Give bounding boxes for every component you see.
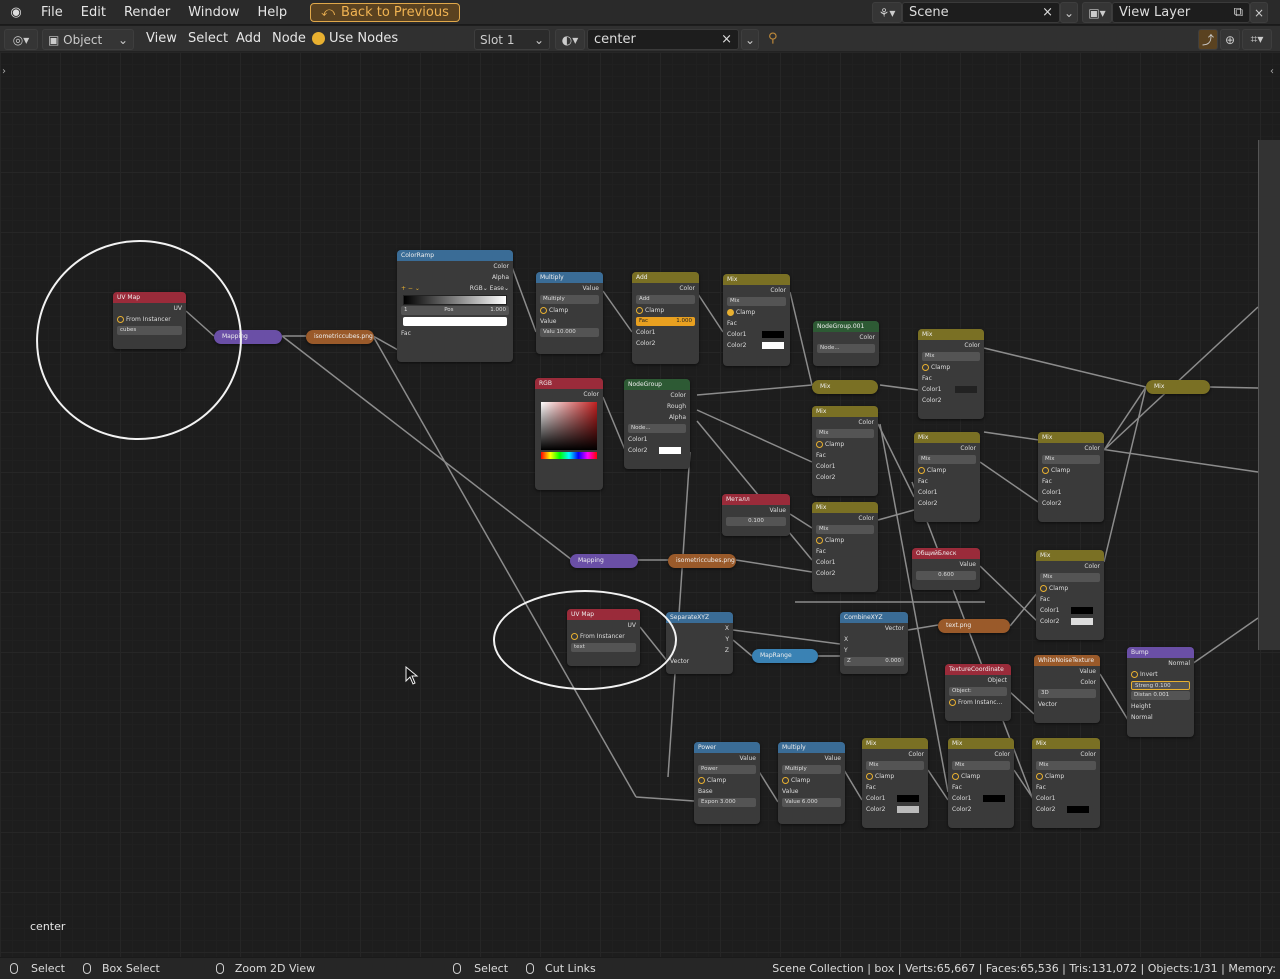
menu-edit[interactable]: Edit: [72, 5, 115, 20]
slot-dropdown[interactable]: Slot 1 ⌄: [474, 29, 550, 50]
mix-node[interactable]: Mix Color Mix Clamp Fac Color1 Color2: [1032, 738, 1100, 828]
mix-node[interactable]: Mix Color Mix Clamp Fac Color1 Color2: [948, 738, 1014, 828]
hue-slider[interactable]: [541, 452, 597, 459]
mix-collapsed-node[interactable]: Mix: [812, 380, 878, 394]
scene-icon[interactable]: ⚘▾: [872, 2, 902, 23]
mix-collapsed-node[interactable]: Mix: [1146, 380, 1210, 394]
node-canvas[interactable]: UV Map UV From Instancer cubes Mapping i…: [0, 52, 1280, 957]
view-layer-icon[interactable]: ▣▾: [1082, 2, 1112, 23]
top-menu-bar: ◉ File Edit Render Window Help ⤺ Back to…: [0, 0, 1280, 25]
mix-add-node[interactable]: Add Color Add Clamp Fac 1.000 Color1 Colo…: [632, 272, 699, 364]
editor-type-icon[interactable]: ◎▾: [4, 29, 38, 50]
view-layer-field[interactable]: View Layer ⧉: [1112, 2, 1250, 23]
scene-statistics: Scene Collection | box | Verts:65,667 | …: [772, 962, 1276, 975]
sidebar-toggle-icon[interactable]: ›: [2, 66, 6, 77]
copy-icon[interactable]: ⧉: [1234, 5, 1243, 20]
pin-icon[interactable]: ⚲: [768, 31, 778, 46]
rgb-node[interactable]: RGB Color: [535, 378, 603, 490]
nodegroup-node[interactable]: NodeGroup Color Rough Alpha Node... Colo…: [624, 379, 690, 469]
principled-bsdf-node-partial[interactable]: [1258, 140, 1280, 650]
checkbox-icon: [312, 32, 325, 45]
material-name-label: center: [30, 920, 66, 933]
mix-node[interactable]: Mix Color Mix Clamp Fac Color1 Color2: [862, 738, 928, 828]
nodegroup-001-node[interactable]: NodeGroup.001 Color Node...: [813, 321, 879, 366]
white-noise-texture-node[interactable]: WhiteNoiseTexture Value Color 3D Vector: [1034, 655, 1100, 723]
combine-xyz-node[interactable]: CombineXYZ Vector X Y Z 0.000: [840, 612, 908, 674]
snap-icon[interactable]: ⊕: [1220, 29, 1240, 50]
math-multiply-node[interactable]: Multiply Value Multiply Clamp Value Valu…: [778, 742, 845, 824]
scene-field[interactable]: Scene ×: [902, 2, 1060, 23]
material-browse-icon[interactable]: ◐▾: [555, 29, 585, 50]
ramp-color-swatch[interactable]: [403, 317, 507, 326]
scene-selector: ⚘▾ Scene × ⌄ ▣▾ View Layer ⧉ ×: [872, 2, 1268, 23]
mouse-right-icon: [453, 963, 462, 974]
material-name-field[interactable]: center ×: [587, 29, 739, 50]
value-node-shine[interactable]: ОбщийБлеск Value 0.600: [912, 548, 980, 590]
close-icon[interactable]: ×: [1250, 2, 1268, 23]
menu-select[interactable]: Select: [188, 31, 228, 46]
back-to-previous-button[interactable]: ⤺ Back to Previous: [310, 2, 460, 22]
close-icon[interactable]: ×: [1042, 5, 1053, 20]
image-texture-node[interactable]: isometriccubes.png: [668, 554, 736, 568]
colorramp-node[interactable]: ColorRamp Color Alpha + − ⌄ RGB⌄ Ease⌄ 1P…: [397, 250, 513, 362]
annotation-circle: [493, 590, 677, 690]
back-icon: ⤺: [321, 4, 336, 20]
value-node-metal[interactable]: Металл Value 0.100: [722, 494, 790, 536]
menu-view[interactable]: View: [146, 31, 177, 46]
grid-snap-icon[interactable]: ⌗▾: [1242, 29, 1272, 50]
color-ramp-gradient[interactable]: [403, 295, 507, 305]
blender-logo-icon[interactable]: ◉: [0, 5, 32, 20]
mouse-cursor-icon: [405, 666, 419, 685]
menu-add[interactable]: Add: [236, 31, 261, 46]
chevron-down-icon[interactable]: ⌄: [1060, 2, 1078, 23]
image-texture-node[interactable]: text.png: [938, 619, 1010, 633]
status-bar: Select Box Select Zoom 2D View Select Cu…: [0, 957, 1280, 979]
mouse-right-drag-icon: [526, 963, 535, 974]
math-multiply-node[interactable]: Multiply Value Multiply Clamp Value Valu…: [536, 272, 603, 354]
mapping-node[interactable]: Mapping: [570, 554, 638, 568]
mix-node[interactable]: Mix Color Mix Clamp Fac Color1 Color2: [1036, 550, 1104, 640]
mouse-middle-icon: [215, 963, 224, 974]
mouse-left-icon: [10, 963, 18, 974]
mix-node[interactable]: Mix Color Mix Clamp Fac Color1 Color2: [914, 432, 980, 522]
close-icon[interactable]: ×: [721, 32, 732, 47]
mouse-left-drag-icon: [82, 963, 91, 974]
image-texture-node[interactable]: isometriccubes.png: [306, 330, 374, 344]
chevron-down-icon[interactable]: ⌄: [741, 29, 759, 50]
mix-node[interactable]: Mix Color Mix Clamp Fac Color1 Color2: [723, 274, 790, 366]
map-range-node[interactable]: MapRange: [752, 649, 818, 663]
sidebar-toggle-icon[interactable]: ‹: [1270, 66, 1274, 77]
node-editor-header: ◎▾ ▣ Object ⌄ View Select Add Node Use No…: [0, 26, 1280, 52]
menu-file[interactable]: File: [32, 5, 72, 20]
bump-node[interactable]: Bump Normal Invert Streng 0.100 Distan 0…: [1127, 647, 1194, 737]
parent-node-icon[interactable]: ⤴: [1198, 29, 1218, 50]
menu-node[interactable]: Node: [272, 31, 306, 46]
object-mode-dropdown[interactable]: ▣ Object ⌄: [42, 29, 134, 50]
color-picker[interactable]: [541, 402, 597, 450]
mix-node[interactable]: Mix Color Mix Clamp Fac Color1 Color2: [812, 406, 878, 496]
menu-window[interactable]: Window: [179, 5, 248, 20]
menu-help[interactable]: Help: [249, 5, 297, 20]
mix-node[interactable]: Mix Color Mix Clamp Fac Color1 Color2: [1038, 432, 1104, 522]
math-power-node[interactable]: Power Value Power Clamp Base Expon 3.000: [694, 742, 760, 824]
use-nodes-checkbox[interactable]: Use Nodes: [312, 31, 398, 46]
menu-render[interactable]: Render: [115, 5, 179, 20]
texture-coordinate-node[interactable]: TextureCoordinate Object Object: From In…: [945, 664, 1011, 721]
mix-node[interactable]: Mix Color Mix Clamp Fac Color1 Color2: [918, 329, 984, 419]
ramp-pos-field[interactable]: 1 Pos 1.000: [401, 306, 509, 315]
mix-node[interactable]: Mix Color Mix Clamp Fac Color1 Color2: [812, 502, 878, 592]
